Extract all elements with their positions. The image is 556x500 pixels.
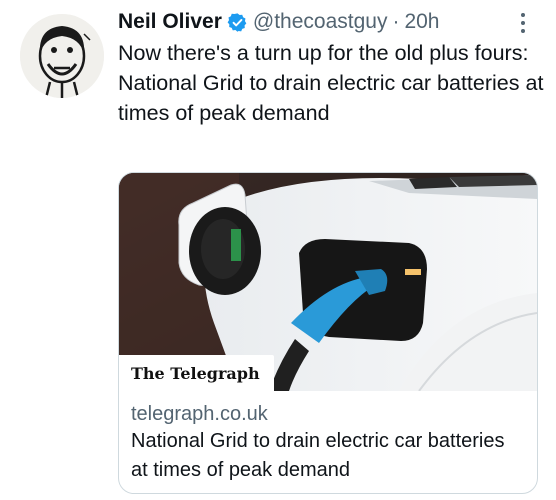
tweet-timestamp[interactable]: 20h	[404, 10, 439, 34]
author-name[interactable]: Neil Oliver	[118, 10, 222, 34]
tweet-header: Neil Oliver @thecoastguy · 20h	[118, 6, 548, 38]
link-card[interactable]: The Telegraph telegraph.co.uk National G…	[118, 172, 538, 494]
card-image[interactable]: The Telegraph	[119, 173, 537, 391]
author-handle[interactable]: @thecoastguy	[253, 10, 388, 34]
verified-badge-icon	[227, 12, 248, 33]
tweet-text-line: National Grid to drain electric car batt…	[118, 71, 544, 125]
tweet-body: Neil Oliver @thecoastguy · 20h Now there…	[118, 6, 548, 128]
card-source-label: The Telegraph	[119, 355, 274, 391]
tweet-text: Now there's a turn up for the old plus f…	[118, 38, 548, 128]
card-meta: telegraph.co.uk National Grid to drain e…	[119, 391, 537, 485]
card-title[interactable]: National Grid to drain electric car batt…	[131, 427, 525, 485]
tweet[interactable]: Neil Oliver @thecoastguy · 20h Now there…	[0, 0, 556, 500]
avatar[interactable]	[20, 14, 104, 98]
card-domain: telegraph.co.uk	[131, 403, 268, 425]
separator-dot: ·	[392, 10, 400, 33]
more-options-icon[interactable]	[516, 11, 530, 35]
tweet-text-line: Now there's a turn up for the old plus f…	[118, 41, 529, 65]
avatar-drawing-icon	[20, 14, 104, 98]
